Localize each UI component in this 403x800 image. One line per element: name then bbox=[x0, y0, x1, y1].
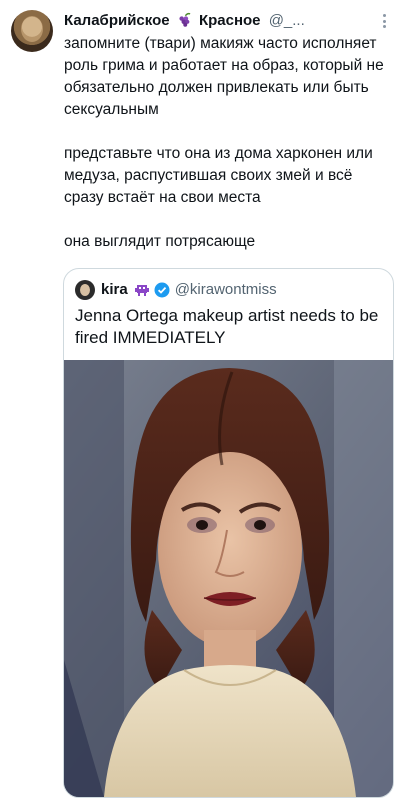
quoted-author-name[interactable]: kira bbox=[101, 279, 128, 301]
author-avatar[interactable] bbox=[11, 10, 53, 52]
author-handle[interactable]: @_... bbox=[269, 12, 305, 29]
grapes-icon bbox=[179, 12, 191, 27]
quoted-tweet-photo[interactable] bbox=[64, 360, 393, 797]
quoted-tweet-text: Jenna Ortega makeup artist needs to be f… bbox=[75, 306, 379, 347]
author-name[interactable]: Калабрийское bbox=[64, 12, 170, 29]
quoted-author-handle[interactable]: @kirawontmiss bbox=[175, 279, 277, 301]
tweet-header: Калабрийское Красное @_... bbox=[64, 11, 373, 31]
quoted-author-avatar[interactable] bbox=[75, 280, 95, 300]
alien-monster-icon bbox=[134, 285, 149, 296]
more-dots-icon[interactable] bbox=[383, 14, 387, 28]
tweet-body: запомните (твари) макияж часто исполняет… bbox=[64, 33, 394, 253]
tweet-paragraph-2: представьте что она из дома харконен или… bbox=[64, 145, 373, 206]
author-name-2[interactable]: Красное bbox=[199, 12, 261, 29]
tweet-paragraph-3: она выглядит потрясающе bbox=[64, 233, 256, 250]
quoted-tweet-card[interactable]: kira @kirawontmiss Jenna Ortega makeup a… bbox=[63, 268, 394, 798]
tweet-paragraph-1: запомните (твари) макияж часто исполняет… bbox=[64, 35, 384, 118]
verified-badge-icon bbox=[154, 282, 170, 298]
quoted-tweet-header: kira @kirawontmiss bbox=[75, 279, 277, 301]
